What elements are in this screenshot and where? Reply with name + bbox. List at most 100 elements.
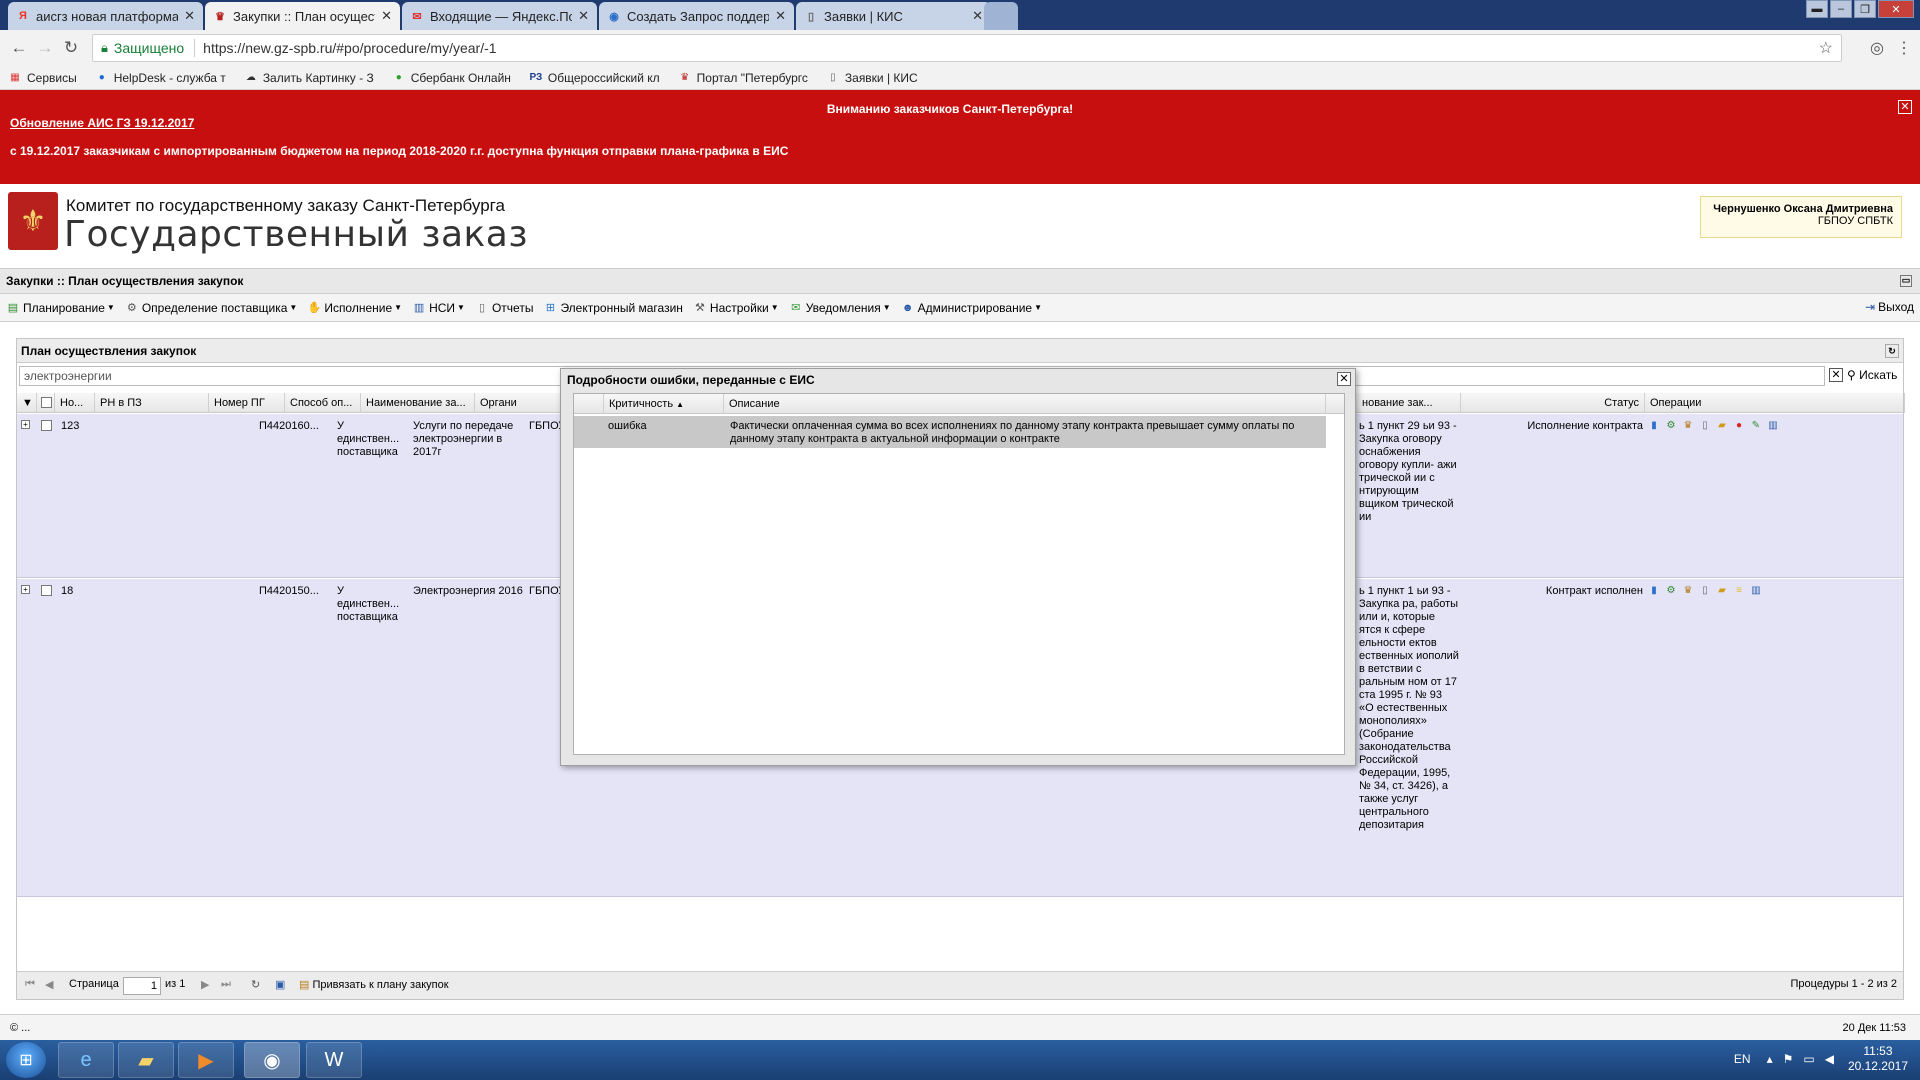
close-icon[interactable]: ✕ [1337, 372, 1351, 386]
first-page-icon[interactable]: ⏮ [25, 978, 35, 991]
collapse-icon[interactable]: ▭ [1900, 275, 1912, 287]
bind-plan-button[interactable]: ▤ Привязать к плану закупок [299, 978, 449, 991]
bookmark-classifier[interactable]: РЗ Общероссийский кл [529, 71, 660, 85]
stop-icon[interactable]: ● [1732, 418, 1746, 432]
select-all-checkbox[interactable] [41, 397, 52, 408]
maximize-icon[interactable]: ❐ [1854, 0, 1876, 18]
next-page-icon[interactable]: ▶ [201, 978, 209, 991]
folder-icon[interactable]: ▰ [1715, 583, 1729, 597]
start-button[interactable]: ⊞ [6, 1042, 46, 1078]
col-method[interactable]: Способ оп... [285, 393, 361, 413]
expand-icon[interactable]: + [21, 585, 30, 594]
col-status[interactable]: Статус [1461, 393, 1645, 413]
col-criticality[interactable]: Критичность ▲ [604, 394, 724, 414]
menu-icon[interactable]: ⋮ [1896, 38, 1912, 58]
col-basis[interactable]: нование зак... [1357, 393, 1461, 413]
clock[interactable]: 11:53 20.12.2017 [1848, 1044, 1908, 1074]
col-description[interactable]: Описание [724, 394, 1326, 414]
document-icon[interactable]: ▯ [1698, 418, 1712, 432]
filter-icon[interactable]: ▼ [17, 393, 37, 413]
bookmark-sberbank[interactable]: ● Сбербанк Онлайн [392, 71, 511, 85]
close-icon[interactable]: ✕ [381, 8, 392, 24]
error-row[interactable]: ошибка Фактически оплаченная сумма во вс… [574, 416, 1326, 448]
save-icon[interactable]: ▣ [275, 978, 285, 991]
exit-button[interactable]: ⇥ Выход [1865, 300, 1914, 314]
last-page-icon[interactable]: ⏭ [221, 978, 231, 991]
menu-notifications[interactable]: ✉ Уведомления ▼ [789, 301, 891, 315]
menu-execution[interactable]: ✋ Исполнение ▼ [307, 301, 402, 315]
tab-zakupki[interactable]: ♛ Закупки :: План осущест ✕ [205, 2, 400, 30]
chart-icon[interactable]: ▮ [1647, 583, 1661, 597]
menu-eshop[interactable]: ⊞ Электронный магазин [543, 301, 683, 315]
close-icon[interactable]: ✕ [1898, 100, 1912, 114]
bookmark-helpdesk[interactable]: ● HelpDesk - служба т [95, 71, 226, 85]
new-tab-button[interactable] [984, 2, 1018, 30]
menu-reports[interactable]: ▯ Отчеты [475, 301, 534, 315]
volume-icon[interactable]: ◀ [1825, 1052, 1834, 1066]
minimize-icon[interactable]: – [1830, 0, 1852, 18]
col-name[interactable]: Наименование за... [361, 393, 475, 413]
user-info[interactable]: Чернушенко Оксана Дмитриевна ГБПОУ СПБТК [1700, 196, 1902, 238]
refresh-icon[interactable]: ↻ [1885, 344, 1899, 358]
col-rn[interactable]: РН в ПЗ [95, 393, 209, 413]
menu-planning[interactable]: ▤ Планирование ▼ [6, 301, 115, 315]
network-icon[interactable]: ▭ [1803, 1052, 1814, 1066]
language-indicator[interactable]: EN [1734, 1052, 1751, 1066]
close-icon[interactable]: ✕ [775, 8, 786, 24]
chevron-up-icon[interactable]: ▴ [1767, 1052, 1773, 1066]
window-close-icon[interactable]: ✕ [1878, 0, 1914, 18]
bookmark-services[interactable]: ▦ Сервисы [8, 71, 76, 85]
close-icon[interactable]: ✕ [972, 8, 983, 24]
media-player-icon[interactable]: ▶ [178, 1042, 234, 1078]
refresh-icon[interactable]: ↻ [251, 978, 260, 991]
select-all-column[interactable] [37, 393, 55, 413]
chrome-icon[interactable]: ◉ [244, 1042, 300, 1078]
forward-icon[interactable]: → [32, 38, 58, 58]
user-icon[interactable]: ▬ [1806, 0, 1828, 18]
notice-link[interactable]: Обновление АИС ГЗ 19.12.2017 [10, 116, 194, 130]
col-num[interactable]: Но... [55, 393, 95, 413]
bookmark-image-upload[interactable]: ☁ Залить Картинку - З [244, 71, 374, 85]
ie-icon[interactable]: e [58, 1042, 114, 1078]
tab-kis[interactable]: ▯ Заявки | КИС ✕ [796, 2, 991, 30]
flag-icon[interactable]: ⚑ [1783, 1052, 1794, 1066]
close-icon[interactable]: ✕ [578, 8, 589, 24]
prev-page-icon[interactable]: ◀ [45, 978, 53, 991]
star-icon[interactable]: ☆ [1819, 38, 1833, 58]
bookmark-kis[interactable]: ▯ Заявки | КИС [826, 71, 918, 85]
search-button[interactable]: ⚲ Искать [1847, 368, 1897, 382]
tab-yandex-mail[interactable]: ✉ Входящие — Яндекс.По ✕ [402, 2, 597, 30]
col-org[interactable]: Органи [475, 393, 565, 413]
ruler-icon[interactable]: ▥ [1749, 583, 1763, 597]
row-checkbox[interactable] [41, 420, 52, 431]
folder-icon[interactable]: ▰ [1715, 418, 1729, 432]
crest-icon[interactable]: ♛ [1681, 418, 1695, 432]
gear-icon[interactable]: ⚙ [1664, 583, 1678, 597]
menu-nsi[interactable]: ▥ НСИ ▼ [412, 301, 465, 315]
bookmark-portal[interactable]: ♛ Портал "Петербургс [678, 71, 808, 85]
row-checkbox[interactable] [41, 585, 52, 596]
page-number-input[interactable] [123, 977, 161, 995]
ruler-icon[interactable]: ▥ [1766, 418, 1780, 432]
gear-icon[interactable]: ⚙ [1664, 418, 1678, 432]
document-icon[interactable]: ▯ [1698, 583, 1712, 597]
coins-icon[interactable]: ≡ [1732, 583, 1746, 597]
url-field[interactable]: 🔒︎ Защищено https://new.gz-spb.ru/#po/pr… [92, 34, 1842, 62]
col-pg[interactable]: Номер ПГ [209, 393, 285, 413]
explorer-icon[interactable]: ▰ [118, 1042, 174, 1078]
tab-aisgz[interactable]: Я аисгз новая платформа ✕ [8, 2, 203, 30]
word-icon[interactable]: W [306, 1042, 362, 1078]
clear-search-icon[interactable]: ✕ [1829, 368, 1843, 382]
edit-icon[interactable]: ✎ [1749, 418, 1763, 432]
menu-admin[interactable]: ☻ Администрирование ▼ [901, 301, 1042, 315]
chart-icon[interactable]: ▮ [1647, 418, 1661, 432]
col-operations[interactable]: Операции [1645, 393, 1905, 413]
close-icon[interactable]: ✕ [184, 8, 195, 24]
menu-settings[interactable]: ⚒ Настройки ▼ [693, 301, 779, 315]
menu-supplier[interactable]: ⚙ Определение поставщика ▼ [125, 301, 297, 315]
back-icon[interactable]: ← [6, 38, 32, 58]
crest-icon[interactable]: ♛ [1681, 583, 1695, 597]
expand-icon[interactable]: + [21, 420, 30, 429]
reload-icon[interactable]: ↻ [58, 38, 84, 58]
tab-support[interactable]: ◉ Создать Запрос поддер ✕ [599, 2, 794, 30]
